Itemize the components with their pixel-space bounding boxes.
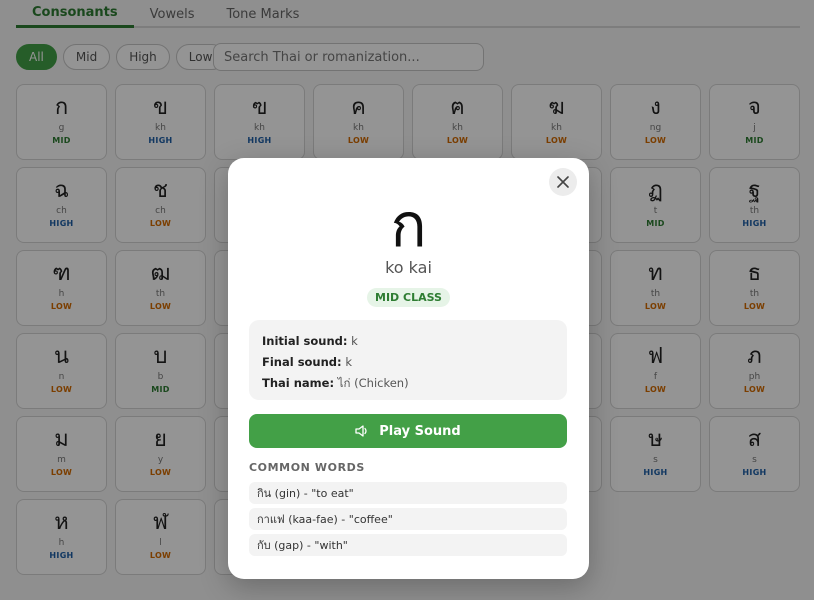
close-button[interactable] [549, 168, 577, 196]
play-sound-label: Play Sound [379, 423, 461, 439]
speaker-icon [355, 425, 367, 437]
word-item: กิน (gin) - "to eat" [249, 482, 567, 504]
thai-name-value: ไก่ (Chicken) [337, 376, 409, 390]
sound-info-panel: Initial sound: k Final sound: k Thai nam… [249, 320, 567, 400]
final-sound-value: k [345, 355, 352, 369]
thai-name-label: Thai name: [262, 376, 335, 390]
thai-name-row: Thai name: ไก่ (Chicken) [262, 373, 554, 394]
class-badge: MID CLASS [367, 288, 450, 307]
consonant-detail-modal: ก ko kai MID CLASS Initial sound: k Fina… [228, 158, 589, 579]
word-item: กับ (gap) - "with" [249, 534, 567, 556]
common-words-list: กิน (gin) - "to eat" กาแฟ (kaa-fae) - "c… [249, 482, 567, 560]
play-sound-button[interactable]: Play Sound [249, 414, 567, 448]
close-icon [557, 176, 569, 188]
initial-sound-row: Initial sound: k [262, 331, 554, 352]
initial-sound-label: Initial sound: [262, 334, 348, 348]
consonant-name: ko kai [385, 258, 432, 277]
word-item: กาแฟ (kaa-fae) - "coffee" [249, 508, 567, 530]
common-words-heading: COMMON WORDS [249, 461, 365, 474]
final-sound-row: Final sound: k [262, 352, 554, 373]
consonant-character: ก [390, 191, 427, 261]
initial-sound-value: k [351, 334, 358, 348]
final-sound-label: Final sound: [262, 355, 342, 369]
